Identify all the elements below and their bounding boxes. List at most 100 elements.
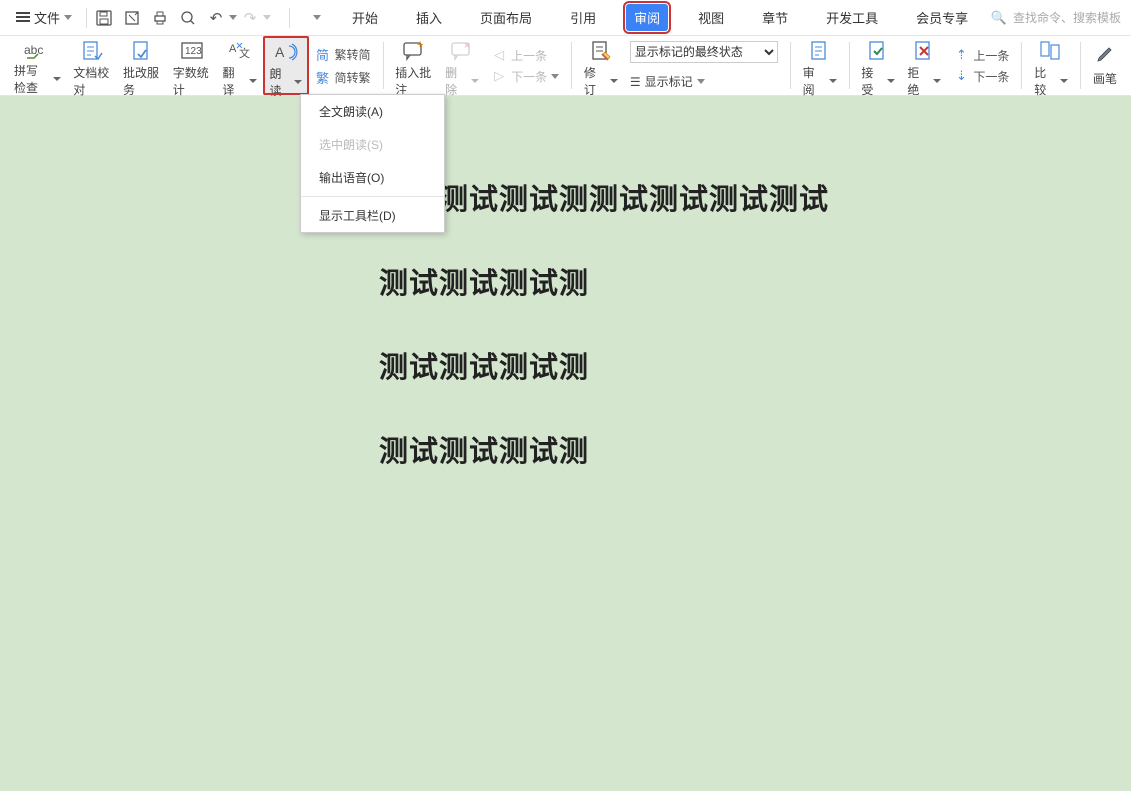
search-placeholder-label: 查找命令、搜索模板: [1013, 9, 1121, 26]
next-change-icon: ⇣: [953, 68, 969, 84]
track-state-dropdown[interactable]: 显示标记的最终状态: [630, 41, 778, 63]
track-label: 修订: [584, 64, 606, 98]
simp2trad-icon: 繁: [315, 68, 331, 87]
trad2simp-icon: 简: [315, 45, 331, 64]
svg-text:abc: abc: [24, 43, 43, 57]
separator: [1080, 42, 1081, 89]
next-comment-button[interactable]: ▷下一条: [491, 68, 559, 85]
dd-output-voice[interactable]: 输出语音(O): [301, 161, 444, 194]
proofread-button[interactable]: 文档校对: [67, 36, 117, 95]
document-line[interactable]: 测试测试测试测: [379, 428, 589, 470]
delete-comment-label: 删除: [445, 64, 467, 98]
svg-text:+: +: [417, 40, 423, 51]
translate-icon: A文: [228, 40, 252, 62]
translate-label: 翻译: [223, 64, 245, 98]
divider: [289, 8, 290, 28]
next-icon: ▷: [491, 68, 507, 84]
spellcheck-icon: abc: [24, 40, 52, 60]
svg-text:文: 文: [239, 46, 250, 60]
reject-button[interactable]: 拒绝: [901, 36, 947, 95]
review-icon: [809, 40, 831, 62]
dd-read-all[interactable]: 全文朗读(A): [301, 95, 444, 128]
translate-button[interactable]: A文 翻译: [217, 36, 263, 95]
prev-comment-button[interactable]: ◁上一条: [491, 47, 559, 64]
track-changes-button[interactable]: 修订: [578, 36, 624, 95]
chevron-down-icon[interactable]: [263, 15, 271, 20]
proofread-label: 文档校对: [73, 64, 111, 98]
dd-show-toolbar[interactable]: 显示工具栏(D): [301, 199, 444, 232]
tab-reference[interactable]: 引用: [562, 4, 604, 31]
track-icon: [590, 40, 612, 62]
document-line[interactable]: 测试测试测试测测试测试测试测试: [379, 176, 829, 218]
tab-strip: 开始 插入 页面布局 引用 审阅 视图 章节 开发工具 会员专享: [344, 4, 976, 31]
tab-developer[interactable]: 开发工具: [818, 4, 886, 31]
read-aloud-button[interactable]: A 朗读: [263, 36, 309, 95]
dd-read-selection: 选中朗读(S): [301, 128, 444, 161]
file-menu-button[interactable]: 文件: [10, 4, 78, 31]
read-aloud-icon: A: [273, 41, 299, 63]
next-change-button[interactable]: ⇣下一条: [953, 68, 1009, 85]
accept-button[interactable]: 接受: [855, 36, 901, 95]
chevron-down-icon[interactable]: [229, 15, 237, 20]
approve-button[interactable]: 批改服务: [117, 36, 167, 95]
overflow-chevron-icon[interactable]: [308, 9, 326, 27]
tab-view[interactable]: 视图: [690, 4, 732, 31]
svg-text:A: A: [275, 44, 285, 60]
wordcount-button[interactable]: 123 字数统计: [167, 36, 217, 95]
compare-button[interactable]: 比较: [1028, 36, 1074, 95]
print-icon[interactable]: [151, 9, 169, 27]
chevron-down-icon: [53, 77, 61, 81]
reject-label: 拒绝: [907, 64, 929, 98]
insert-comment-label: 插入批注: [395, 64, 433, 98]
save-icon[interactable]: [95, 9, 113, 27]
tab-section[interactable]: 章节: [754, 4, 796, 31]
show-marks-label: 显示标记: [645, 73, 693, 90]
delete-comment-button[interactable]: × 删除: [439, 36, 485, 95]
review-pane-button[interactable]: 审阅: [797, 36, 843, 95]
simp2trad-button[interactable]: 繁简转繁: [315, 68, 371, 87]
track-state-select[interactable]: 显示标记的最终状态: [630, 41, 778, 63]
dd-separator: [301, 196, 444, 197]
change-nav-group: ⇡上一条 ⇣下一条: [947, 36, 1015, 95]
tab-member[interactable]: 会员专享: [908, 4, 976, 31]
file-menu-label: 文件: [34, 8, 60, 27]
document-line[interactable]: 测试测试测试测: [379, 344, 589, 386]
search-box[interactable]: 查找命令、搜索模板: [991, 9, 1121, 26]
simplify-group: 简繁转简 繁简转繁: [309, 36, 377, 95]
read-aloud-label: 朗读: [270, 65, 290, 99]
zoom-icon[interactable]: [179, 9, 197, 27]
spellcheck-button[interactable]: abc 拼写检查: [8, 36, 67, 95]
compare-icon: [1039, 40, 1063, 62]
ribbon: abc 拼写检查 文档校对 批改服务 123 字数统计 A文 翻译 A 朗读 简…: [0, 36, 1131, 96]
tab-insert[interactable]: 插入: [408, 4, 450, 31]
prev-comment-label: 上一条: [511, 47, 547, 64]
prev-change-button[interactable]: ⇡上一条: [953, 47, 1009, 64]
pen-button[interactable]: 画笔: [1087, 36, 1123, 95]
wordcount-label: 字数统计: [173, 64, 211, 98]
document-page[interactable]: 测试测试测试测测试测试测试测试 测试测试测试测 测试测试测试测 测试测试测试测: [140, 96, 960, 791]
show-marks-icon: ☰: [630, 75, 641, 89]
quick-access-toolbar: ↶ ↷: [95, 8, 326, 28]
chevron-down-icon: [294, 80, 302, 84]
chevron-down-icon: [829, 79, 837, 83]
document-line[interactable]: 测试测试测试测: [379, 260, 589, 302]
redo-icon[interactable]: ↷: [241, 9, 259, 27]
tab-start[interactable]: 开始: [344, 4, 386, 31]
prev-change-label: 上一条: [973, 47, 1009, 64]
simp2trad-label: 简转繁: [335, 69, 371, 86]
svg-text:123: 123: [185, 46, 202, 57]
compare-label: 比较: [1034, 64, 1056, 98]
read-aloud-dropdown: 全文朗读(A) 选中朗读(S) 输出语音(O) 显示工具栏(D): [300, 94, 445, 233]
trad2simp-button[interactable]: 简繁转简: [315, 45, 371, 64]
tab-layout[interactable]: 页面布局: [472, 4, 540, 31]
undo-icon[interactable]: ↶: [207, 9, 225, 27]
show-marks-button[interactable]: ☰ 显示标记: [630, 73, 778, 90]
print-preview-icon[interactable]: [123, 9, 141, 27]
insert-comment-button[interactable]: + 插入批注: [389, 36, 439, 95]
comment-add-icon: +: [402, 40, 426, 62]
document-area[interactable]: 测试测试测试测测试测试测试测试 测试测试测试测 测试测试测试测 测试测试测试测: [0, 96, 1131, 791]
tab-review[interactable]: 审阅: [626, 4, 668, 31]
comment-delete-icon: ×: [450, 40, 474, 62]
next-change-label: 下一条: [973, 68, 1009, 85]
separator: [571, 42, 572, 89]
